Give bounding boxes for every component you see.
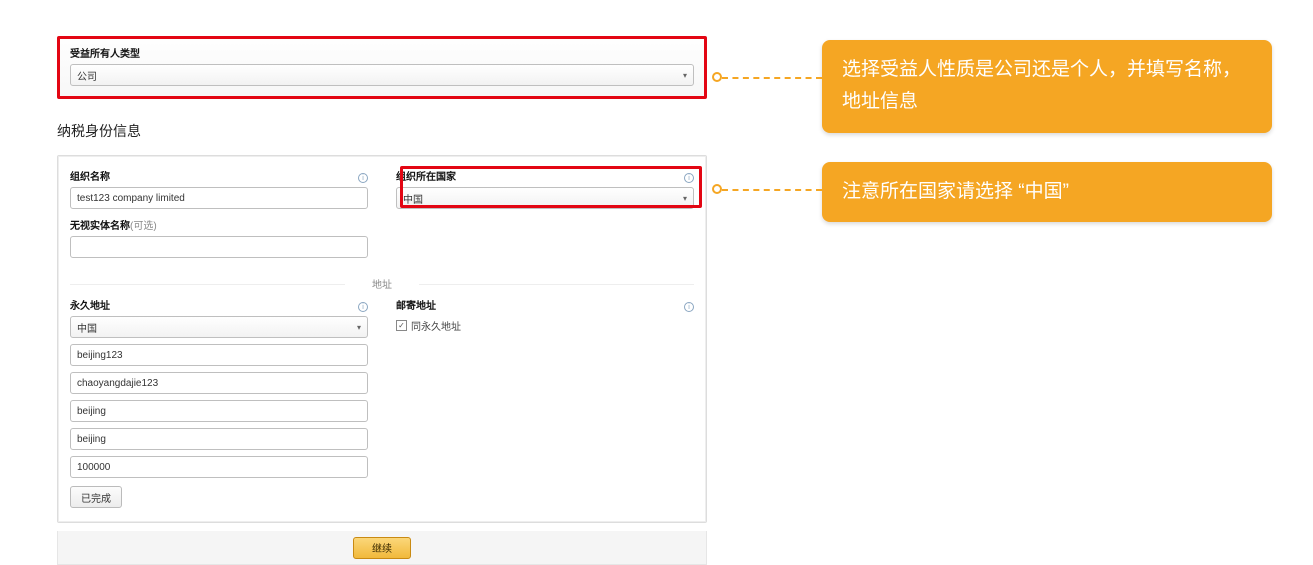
perm-line1-input[interactable]: beijing123 <box>70 344 368 366</box>
perm-city-input[interactable]: beijing <box>70 400 368 422</box>
connector-dot-icon <box>712 184 722 194</box>
perm-postal-input[interactable]: 100000 <box>70 456 368 478</box>
chevron-down-icon: ▾ <box>683 71 687 80</box>
perm-done-button[interactable]: 已完成 <box>70 486 122 508</box>
perm-line2-input[interactable]: chaoyangdajie123 <box>70 372 368 394</box>
org-name-label: 组织名称 <box>70 168 110 183</box>
disregarded-label: 无视实体名称(可选) <box>70 217 368 232</box>
beneficiary-type-select[interactable]: 公司 ▾ <box>70 64 694 86</box>
perm-address-label: 永久地址 <box>70 297 110 312</box>
perm-country-value: 中国 <box>77 320 97 335</box>
perm-country-select[interactable]: 中国 ▾ <box>70 316 368 338</box>
mail-address-label: 邮寄地址 <box>396 297 436 312</box>
beneficiary-type-label: 受益所有人类型 <box>70 45 694 60</box>
connector-line <box>722 77 822 79</box>
info-icon[interactable]: i <box>358 302 368 312</box>
chevron-down-icon: ▾ <box>683 194 687 203</box>
checkbox-checked-icon: ✓ <box>396 320 407 331</box>
org-country-select[interactable]: 中国 ▾ <box>396 187 694 209</box>
org-name-value: test123 company limited <box>77 193 185 204</box>
connector-line <box>722 189 822 191</box>
continue-button[interactable]: 继续 <box>353 537 411 559</box>
callout-beneficiary: 选择受益人性质是公司还是个人，并填写名称，地址信息 <box>822 40 1272 133</box>
perm-state-input[interactable]: beijing <box>70 428 368 450</box>
info-icon[interactable]: i <box>684 302 694 312</box>
info-icon[interactable]: i <box>358 173 368 183</box>
org-country-value: 中国 <box>403 191 423 206</box>
tax-info-panel: 组织名称 i test123 company limited 无视实体名称(可选… <box>57 155 707 523</box>
footer-bar: 继续 <box>57 531 707 565</box>
connector-dot-icon <box>712 72 722 82</box>
beneficiary-type-value: 公司 <box>77 68 97 83</box>
beneficiary-type-section: 受益所有人类型 公司 ▾ <box>57 36 707 99</box>
info-icon[interactable]: i <box>684 173 694 183</box>
address-subheader: 地址 <box>70 276 694 291</box>
callout-country: 注意所在国家请选择 “中国” <box>822 162 1272 222</box>
same-as-perm-checkbox[interactable]: ✓ 同永久地址 <box>396 318 694 333</box>
org-country-label: 组织所在国家 <box>396 168 456 183</box>
chevron-down-icon: ▾ <box>357 323 361 332</box>
same-as-perm-label: 同永久地址 <box>411 318 461 333</box>
disregarded-input[interactable] <box>70 236 368 258</box>
org-name-input[interactable]: test123 company limited <box>70 187 368 209</box>
tax-info-heading: 纳税身份信息 <box>57 121 707 141</box>
